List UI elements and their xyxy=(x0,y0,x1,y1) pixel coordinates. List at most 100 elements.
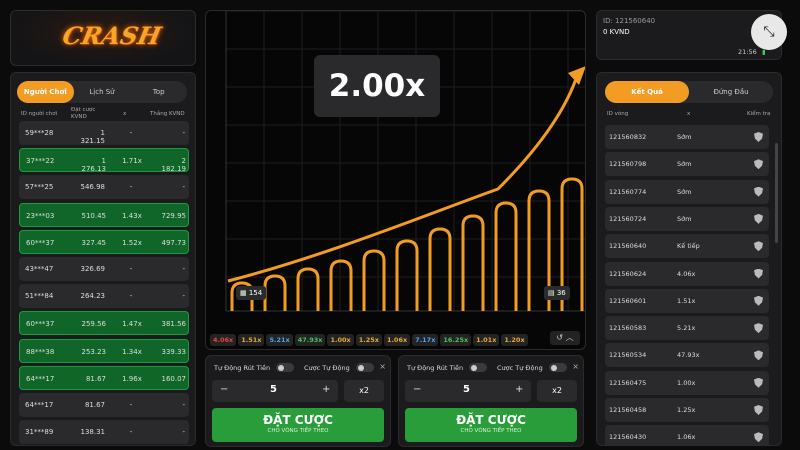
history-multiplier[interactable]: 1.25x xyxy=(355,334,382,346)
verify-shield-icon[interactable] xyxy=(754,323,763,334)
result-row[interactable]: 121560458 1.25x xyxy=(605,398,769,422)
player-win: 381.56 xyxy=(161,320,187,329)
history-multiplier[interactable]: 1.01x xyxy=(473,334,500,346)
player-x: - xyxy=(129,428,133,437)
player-x: 1.47x xyxy=(122,320,142,329)
player-win: - xyxy=(182,428,185,437)
close-icon[interactable]: × xyxy=(572,362,579,371)
verify-shield-icon[interactable] xyxy=(754,405,763,415)
verify-shield-icon[interactable] xyxy=(754,295,763,306)
round-result: Kế tiếp xyxy=(677,242,700,251)
verify-shield-icon[interactable] xyxy=(754,241,763,252)
bet-amount-value[interactable]: 5 xyxy=(463,384,470,395)
player-bet: 253.23 xyxy=(81,347,107,356)
header-win: Thắng KVND xyxy=(150,111,185,117)
close-icon[interactable]: × xyxy=(379,362,386,371)
place-bet-button[interactable]: ĐẶT CƯỢC CHO VÒNG TIẾP THEO xyxy=(212,408,384,442)
round-result: Sớm xyxy=(677,214,692,223)
verify-shield-icon[interactable] xyxy=(754,186,763,197)
player-row: 59***28 1 321.15 - - xyxy=(19,121,189,145)
auto-cashout-toggle[interactable] xyxy=(276,363,294,372)
result-row[interactable]: 121560583 5.21x xyxy=(605,316,769,341)
round-result: 1.00x xyxy=(677,378,696,387)
chart-bar xyxy=(395,239,419,311)
auto-cashout-toggle[interactable] xyxy=(469,363,487,372)
header-result-x: x xyxy=(687,111,691,117)
history-multiplier[interactable]: 5.21x xyxy=(266,334,293,346)
result-row[interactable]: 121560475 1.00x xyxy=(605,370,769,395)
result-row[interactable]: 121560832 Sớm xyxy=(605,125,769,149)
player-x: 1.52x xyxy=(122,238,142,247)
history-multiplier[interactable]: 4.06x xyxy=(210,334,237,346)
player-bet: 138.31 xyxy=(80,428,106,437)
double-bet-button[interactable]: x2 xyxy=(537,380,577,402)
player-row: 60***37 327.45 1.52x 497.73 xyxy=(19,229,189,254)
round-result: Sớm xyxy=(677,133,692,141)
player-bet: 327.45 xyxy=(81,238,107,247)
chart-bar xyxy=(428,227,452,311)
result-row[interactable]: 121560624 4.06x xyxy=(605,261,769,286)
history-expand-button[interactable]: ↺ ︿ xyxy=(550,331,580,345)
increase-button[interactable]: + xyxy=(515,384,523,395)
history-multiplier[interactable]: 1.20x xyxy=(501,334,528,346)
verify-shield-icon[interactable] xyxy=(754,159,763,170)
chart-bar xyxy=(461,214,485,311)
verify-shield-icon[interactable] xyxy=(754,350,763,361)
player-row: 43***47 326.69 - - xyxy=(19,257,189,281)
result-row[interactable]: 121560774 Sớm xyxy=(605,179,769,204)
decrease-button[interactable]: − xyxy=(413,384,421,395)
player-id: 23***03 xyxy=(26,211,55,220)
auto-bet-toggle[interactable] xyxy=(549,363,567,372)
verify-shield-icon[interactable] xyxy=(754,213,763,224)
increase-button[interactable]: + xyxy=(322,384,330,395)
round-id: 121560832 xyxy=(609,133,647,141)
header-bet: Đặt cược KVND xyxy=(71,107,96,120)
auto-cashout-label: Tự Động Rút Tiền xyxy=(214,364,271,372)
player-id: 59***28 xyxy=(25,129,54,137)
tab-results[interactable]: Kết Quả xyxy=(605,81,689,103)
round-id: 121560798 xyxy=(609,160,647,169)
player-bet: 546.98 xyxy=(80,183,106,192)
history-multiplier[interactable]: 1.51x xyxy=(238,334,265,346)
player-win: - xyxy=(182,401,185,409)
place-bet-button[interactable]: ĐẶT CƯỢC CHO VÒNG TIẾP THEO xyxy=(405,408,577,442)
place-bet-sublabel: CHO VÒNG TIẾP THEO xyxy=(460,428,522,434)
tab-history[interactable]: Lịch Sử xyxy=(74,81,131,103)
account-id: ID: 121560640 xyxy=(603,17,656,25)
round-result: 5.21x xyxy=(677,324,696,333)
round-result: Sớm xyxy=(677,187,692,196)
result-row[interactable]: 121560798 Sớm xyxy=(605,152,769,177)
result-row[interactable]: 121560601 1.51x xyxy=(605,288,769,313)
result-row[interactable]: 121560724 Sớm xyxy=(605,206,769,231)
tab-players[interactable]: Người Chơi xyxy=(17,81,74,103)
result-row[interactable]: 121560430 1.06x xyxy=(605,425,769,445)
verify-shield-icon[interactable] xyxy=(754,432,763,443)
round-result: 1.06x xyxy=(677,433,696,442)
chart-bar xyxy=(494,201,518,311)
verify-shield-icon[interactable] xyxy=(754,268,763,279)
history-multiplier[interactable]: 47.93x xyxy=(294,334,326,346)
bet-amount-value[interactable]: 5 xyxy=(270,384,277,395)
collapse-icon[interactable]: ⤡ xyxy=(751,14,787,50)
history-multiplier[interactable]: 1.06x xyxy=(383,334,411,346)
result-row[interactable]: 121560534 47.93x xyxy=(605,343,769,368)
results-scrollbar[interactable] xyxy=(775,143,778,243)
auto-bet-toggle[interactable] xyxy=(356,363,374,372)
history-multiplier[interactable]: 1.00x xyxy=(327,334,354,346)
player-id: 31***89 xyxy=(25,428,54,437)
results-tabs: Kết Quả Đứng Đầu xyxy=(605,81,773,103)
double-bet-button[interactable]: x2 xyxy=(344,380,384,402)
verify-shield-icon[interactable] xyxy=(754,132,763,142)
verify-shield-icon[interactable] xyxy=(754,377,763,388)
decrease-button[interactable]: − xyxy=(220,384,228,395)
player-win: - xyxy=(182,129,185,137)
history-multiplier[interactable]: 7.17x xyxy=(412,334,439,346)
bet-panel-2: Tự Động Rút Tiền Cược Tự Động × − 5 + x2 ĐẶT CƯ… xyxy=(398,355,584,447)
history-multiplier[interactable]: 16.25x xyxy=(440,334,472,346)
tab-top[interactable]: Top xyxy=(130,81,187,103)
auto-bet-label: Cược Tự Động xyxy=(497,364,543,372)
tab-leaders[interactable]: Đứng Đầu xyxy=(689,81,773,103)
result-row[interactable]: 121560640 Kế tiếp xyxy=(605,234,769,259)
multiplier-history: 4.06x 1.51x 5.21x 47.93x 1.00x 1.25x 1.06x 7.17… xyxy=(206,331,585,349)
auto-cashout-label: Tự Động Rút Tiền xyxy=(407,364,464,372)
